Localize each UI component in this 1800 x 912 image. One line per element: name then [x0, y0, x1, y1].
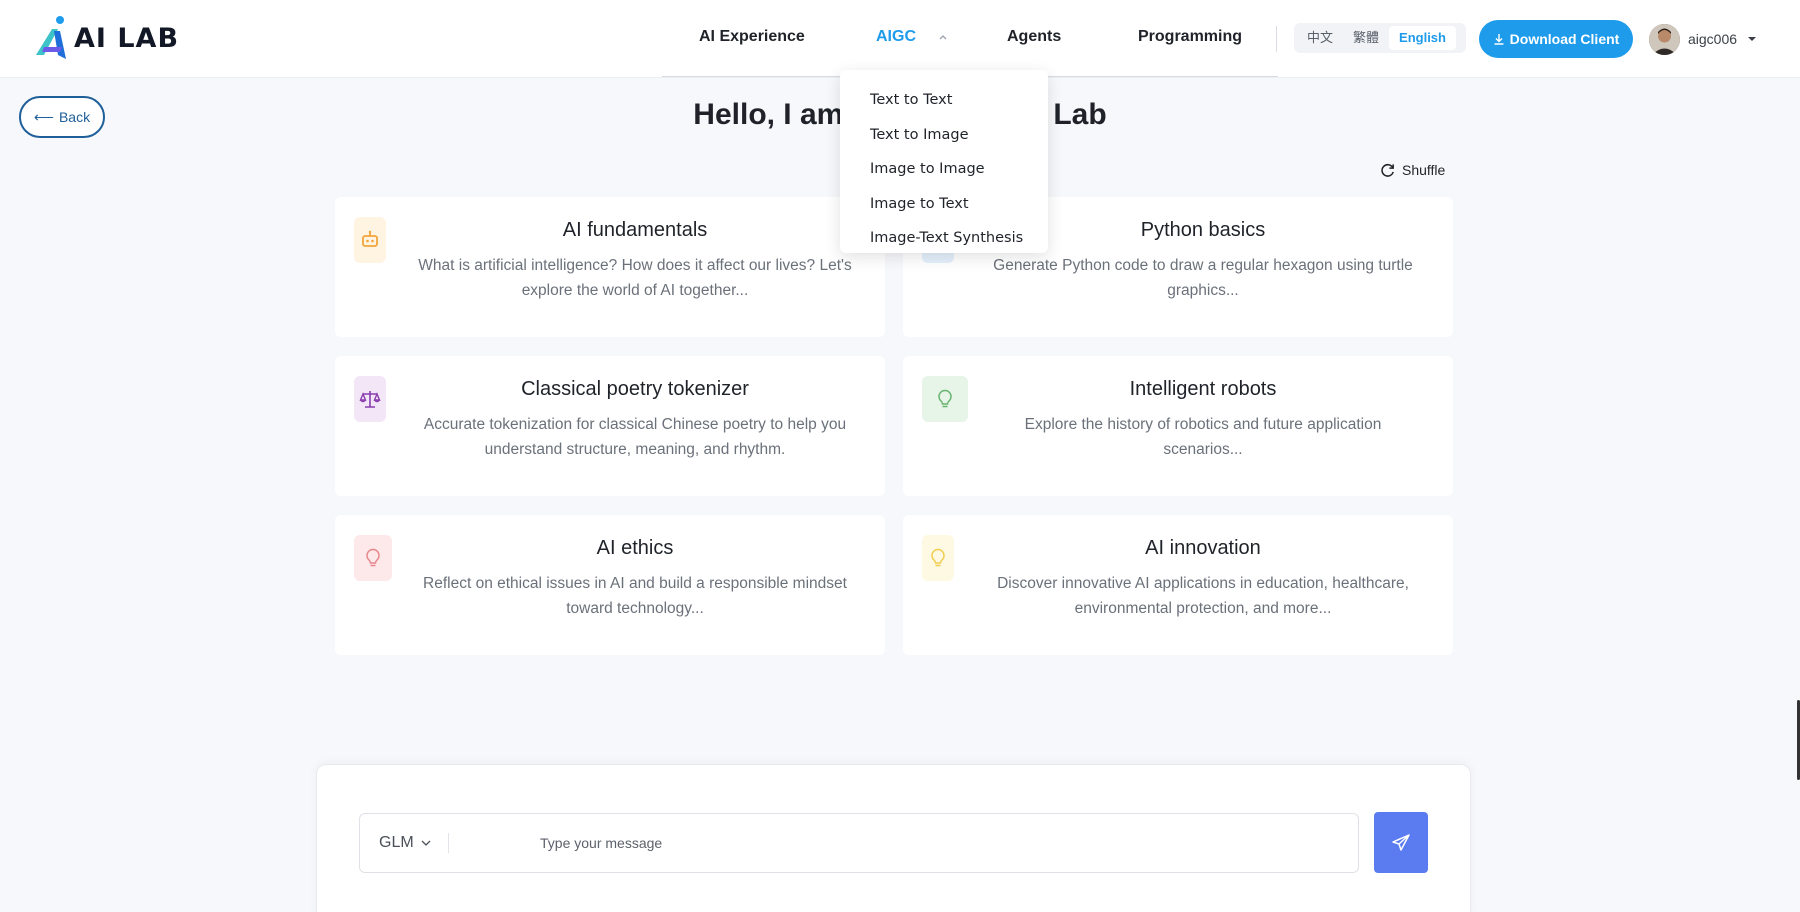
prompt-card-intelligent-robots[interactable]: Intelligent robots Explore the history o… [903, 356, 1453, 496]
nav-divider [1276, 26, 1277, 52]
aigc-dropdown-menu: Text to Text Text to Image Image to Imag… [840, 70, 1048, 253]
input-separator [448, 833, 449, 853]
download-icon [1494, 34, 1504, 45]
card-title: AI ethics [596, 537, 674, 559]
card-title: Intelligent robots [1129, 378, 1277, 400]
prompt-card-classical-poetry-tokenizer[interactable]: Classical poetry tokenizer Accurate toke… [335, 356, 885, 496]
card-icon-box [354, 217, 386, 263]
send-icon [1392, 833, 1410, 851]
caret-down-icon [1748, 37, 1757, 41]
model-select[interactable]: GLM [379, 831, 432, 855]
scales-icon [359, 391, 381, 408]
send-button[interactable] [1374, 812, 1428, 873]
card-description: Accurate tokenization for classical Chin… [423, 416, 847, 458]
robot-icon [362, 230, 378, 247]
card-title: AI fundamentals [562, 219, 708, 241]
card-description: Reflect on ethical issues in AI and buil… [423, 575, 847, 617]
language-switcher: 中文 繁體 English [1294, 23, 1466, 53]
logo-text: AI LAB [74, 22, 180, 54]
menu-item-image-to-text[interactable]: Image to Text [840, 187, 1048, 222]
refresh-icon [1381, 163, 1394, 177]
nav-aigc[interactable]: AIGC [876, 28, 916, 46]
chevron-up-icon[interactable] [936, 30, 950, 44]
chevron-down-icon [421, 840, 431, 846]
menu-item-text-to-text[interactable]: Text to Text [840, 83, 1048, 118]
shuffle-label: Shuffle [1402, 162, 1446, 178]
page-title-left: Hello, I am [693, 98, 844, 131]
card-description: What is artificial intelligence? How doe… [418, 257, 852, 299]
card-icon-box [922, 376, 968, 422]
nav-ai-experience[interactable]: AI Experience [699, 28, 805, 46]
card-title: Classical poetry tokenizer [521, 378, 749, 400]
nav-agents[interactable]: Agents [1007, 28, 1061, 46]
page-title-right: Lab [1053, 98, 1107, 131]
lightbulb-icon [931, 548, 945, 567]
card-description: Discover innovative AI applications in e… [997, 575, 1409, 617]
logo-icon [36, 16, 66, 59]
download-client-button[interactable]: Download Client [1479, 20, 1633, 58]
app-logo[interactable]: AI LAB [32, 14, 179, 62]
lightbulb-icon [938, 389, 952, 408]
menu-item-text-to-image[interactable]: Text to Image [840, 118, 1048, 153]
top-header: AI LAB AI Experience AIGC Agents Program… [0, 0, 1800, 78]
message-input[interactable] [540, 823, 1340, 863]
card-icon-box [354, 535, 392, 581]
nav-programming[interactable]: Programming [1138, 28, 1242, 46]
card-description: Explore the history of robotics and futu… [1024, 416, 1382, 458]
menu-item-image-text-synthesis[interactable]: Image-Text Synthesis [840, 221, 1048, 256]
prompt-card-ai-innovation[interactable]: AI innovation Discover innovative AI app… [903, 515, 1453, 655]
menu-item-image-to-image[interactable]: Image to Image [840, 152, 1048, 187]
card-icon-box [922, 535, 954, 581]
user-menu[interactable]: aigc006 [1649, 22, 1757, 56]
shuffle-button[interactable]: Shuffle [1379, 160, 1445, 180]
lang-traditional-chinese[interactable]: 繁體 [1343, 26, 1389, 50]
card-icon-box [354, 376, 386, 422]
lightbulb-icon [366, 548, 380, 567]
download-client-label: Download Client [1509, 31, 1620, 47]
lang-simplified-chinese[interactable]: 中文 [1297, 26, 1343, 50]
prompt-card-ai-fundamentals[interactable]: AI fundamentals What is artificial intel… [335, 197, 885, 337]
card-description: Generate Python code to draw a regular h… [993, 257, 1413, 299]
avatar [1649, 23, 1680, 55]
card-title: AI innovation [1145, 537, 1261, 559]
prompt-card-ai-ethics[interactable]: AI ethics Reflect on ethical issues in A… [335, 515, 885, 655]
model-select-value: GLM [379, 834, 414, 851]
username: aigc006 [1688, 31, 1738, 47]
lang-english[interactable]: English [1389, 26, 1456, 50]
